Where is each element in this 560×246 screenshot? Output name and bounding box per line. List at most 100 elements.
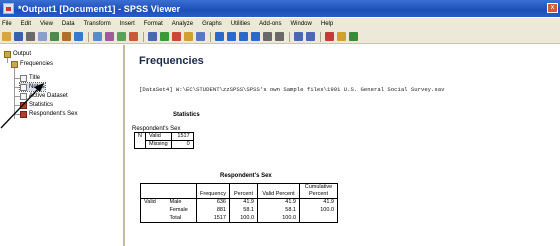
- print-icon[interactable]: [26, 32, 35, 41]
- tree-item-output[interactable]: Output: [4, 50, 31, 58]
- window-title: *Output1 [Document1] - SPSS Viewer: [18, 3, 181, 14]
- cell-cumulative: 100.0: [299, 206, 338, 215]
- designate-window-icon[interactable]: [160, 32, 169, 41]
- cell-cumulative: [299, 214, 338, 223]
- valid-group-label: Valid: [144, 199, 156, 206]
- valid-label: Valid: [144, 132, 172, 141]
- header-spacer: [166, 183, 197, 199]
- menu-add-ons[interactable]: Add-ons: [259, 21, 281, 27]
- statistics-table-title: Statistics: [173, 112, 200, 118]
- toolbar-separator: [320, 31, 321, 42]
- annotation-arrow: [0, 83, 44, 129]
- cell-valid-percent: 41.9: [257, 198, 300, 207]
- col-frequency: Frequency: [196, 183, 230, 199]
- col-valid-percent: Valid Percent: [257, 183, 300, 199]
- menu-utilities[interactable]: Utilities: [231, 21, 250, 27]
- bookmark-icon[interactable]: [184, 32, 193, 41]
- toolbar-separator: [210, 31, 211, 42]
- tree-label: Frequencies: [20, 61, 54, 67]
- menu-bar: File Edit View Data Transform Insert For…: [0, 18, 560, 30]
- title-bar: *Output1 [Document1] - SPSS Viewer x: [0, 0, 560, 17]
- col-percent: Percent: [229, 183, 258, 199]
- promote-icon[interactable]: [215, 32, 224, 41]
- dataset-syntax-line: [DataSet4] W:\EC\STUDENT\zzSPSS\SPSS's o…: [139, 86, 445, 93]
- menu-edit[interactable]: Edit: [21, 21, 31, 27]
- insert-heading-icon[interactable]: [196, 32, 205, 41]
- cell-percent: 100.0: [229, 214, 258, 223]
- cell-frequency: 881: [196, 206, 230, 215]
- variables-icon[interactable]: [117, 32, 126, 41]
- font-color-icon[interactable]: [325, 32, 334, 41]
- cell-cumulative: 41.9: [299, 198, 338, 207]
- row-label: Male: [169, 199, 182, 206]
- tree-item-frequencies[interactable]: Frequencies: [11, 60, 53, 68]
- cell-frequency: 1517: [196, 214, 230, 223]
- output-book-icon: [4, 50, 11, 58]
- menu-help[interactable]: Help: [321, 21, 333, 27]
- menu-file[interactable]: File: [2, 21, 12, 27]
- toolbar: [0, 30, 560, 44]
- print-preview-icon[interactable]: [38, 32, 47, 41]
- close-window-button[interactable]: x: [547, 3, 558, 13]
- valid-value: 1517: [170, 132, 194, 141]
- open-icon[interactable]: [2, 32, 11, 41]
- table-row: Valid Male 636 41.9 41.9 41.9: [141, 198, 338, 207]
- recall-dialog-icon[interactable]: [62, 32, 71, 41]
- toolbar-separator: [289, 31, 290, 42]
- hide-icon[interactable]: [275, 32, 284, 41]
- menu-format[interactable]: Format: [144, 21, 163, 27]
- output-content-pane[interactable]: Frequencies [DataSet4] W:\EC\STUDENT\zzS…: [127, 45, 560, 246]
- missing-value: 0: [170, 140, 194, 149]
- outline-pane[interactable]: Output Frequencies Title Notes Active Da…: [0, 45, 125, 246]
- frequency-table-title: Respondent's Sex: [220, 173, 272, 179]
- col-cumulative-percent: Cumulative Percent: [299, 183, 338, 199]
- goto-case-icon[interactable]: [105, 32, 114, 41]
- table-row: Female 881 58.1 58.1 100.0: [141, 206, 338, 215]
- select-last-output-icon[interactable]: [148, 32, 157, 41]
- header-spacer: [140, 183, 167, 199]
- toolbar-separator: [88, 31, 89, 42]
- table-header-row: Frequency Percent Valid Percent Cumulati…: [140, 183, 338, 199]
- cell-valid-percent: 100.0: [257, 214, 300, 223]
- demote-icon[interactable]: [227, 32, 236, 41]
- group-spacer: [140, 214, 167, 223]
- highlight-icon[interactable]: [337, 32, 346, 41]
- row-label: Total: [166, 214, 197, 223]
- menu-data[interactable]: Data: [62, 21, 75, 27]
- frequency-table: Frequency Percent Valid Percent Cumulati…: [140, 183, 338, 223]
- statistics-table: N Valid 1517 Missing 0: [134, 132, 194, 149]
- undo-icon[interactable]: [74, 32, 83, 41]
- cell-valid-percent: 58.1: [257, 206, 300, 215]
- show-icon[interactable]: [263, 32, 272, 41]
- expand-icon[interactable]: [239, 32, 248, 41]
- insert-text-icon[interactable]: [294, 32, 303, 41]
- frequencies-book-icon: [11, 60, 18, 68]
- spss-viewer-icon: [3, 3, 14, 14]
- group-spacer: [141, 207, 167, 215]
- table-row: Total 1517 100.0 100.0: [140, 214, 338, 223]
- toolbar-separator: [143, 31, 144, 42]
- row-label: Female: [169, 207, 188, 213]
- goto-data-icon[interactable]: [93, 32, 102, 41]
- frequencies-heading: Frequencies: [139, 55, 204, 67]
- cell-percent: 41.9: [229, 198, 258, 207]
- table-row: N Valid 1517: [134, 132, 194, 149]
- n-label: N: [134, 132, 146, 149]
- menu-graphs[interactable]: Graphs: [202, 21, 222, 27]
- collapse-icon[interactable]: [251, 32, 260, 41]
- stop-icon[interactable]: [172, 32, 181, 41]
- cell-frequency: 636: [196, 198, 230, 207]
- insert-title-icon[interactable]: [306, 32, 315, 41]
- cell-percent: 58.1: [229, 206, 258, 215]
- menu-insert[interactable]: Insert: [120, 21, 135, 27]
- menu-view[interactable]: View: [40, 21, 53, 27]
- export-icon[interactable]: [50, 32, 59, 41]
- tree-label: Output: [13, 51, 32, 57]
- script-icon[interactable]: [349, 32, 358, 41]
- missing-label: Missing: [144, 140, 172, 149]
- chart-icon[interactable]: [129, 32, 138, 41]
- save-icon[interactable]: [14, 32, 23, 41]
- menu-analyze[interactable]: Analyze: [172, 21, 193, 27]
- menu-transform[interactable]: Transform: [84, 21, 111, 27]
- menu-window[interactable]: Window: [291, 21, 312, 27]
